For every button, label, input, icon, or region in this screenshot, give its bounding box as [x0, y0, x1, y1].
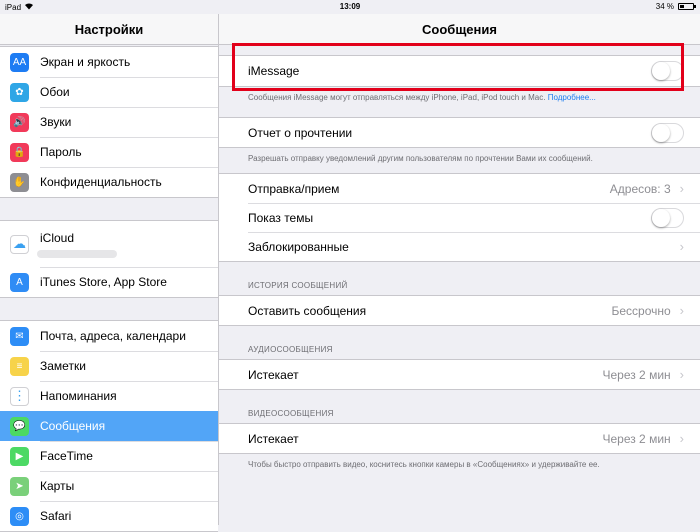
- blocked-row[interactable]: Заблокированные ›: [219, 232, 700, 261]
- settings-sidebar: Настройки AA Экран и яркость ✿ Обои 🔊 Звуки 🔒 П…: [0, 14, 219, 532]
- audio-expire-row[interactable]: Истекает Через 2 мин ›: [219, 360, 700, 389]
- sidebar-item[interactable]: 💬 Сообщения: [0, 411, 218, 441]
- chevron-right-icon: ›: [679, 181, 684, 196]
- passcode-icon: 🔒: [10, 142, 29, 162]
- video-header: ВИДЕОСООБЩЕНИЯ: [248, 409, 334, 418]
- sidebar-item-label: iTunes Store, App Store: [40, 275, 167, 289]
- sidebar-item[interactable]: ✋ Конфиденциальность: [0, 167, 218, 197]
- history-header: ИСТОРИЯ СООБЩЕНИЙ: [248, 281, 348, 290]
- read-receipts-toggle[interactable]: [651, 122, 684, 143]
- blocked-label: Заблокированные: [248, 239, 349, 254]
- sidebar-item-label: Звуки: [40, 115, 72, 129]
- sidebar-title: Настройки: [0, 14, 218, 45]
- audio-header: АУДИОСООБЩЕНИЯ: [248, 345, 333, 354]
- sidebar-item[interactable]: ⋮ Напоминания: [0, 381, 218, 411]
- read-receipts-note: Разрешать отправку уведомлений другим по…: [248, 154, 593, 163]
- chevron-right-icon: ›: [679, 367, 684, 382]
- battery-percent: 34 %: [655, 2, 674, 11]
- sidebar-item-label: Экран и яркость: [40, 55, 131, 69]
- video-expire-value: Через 2 мин: [602, 431, 671, 446]
- messages-icon: 💬: [10, 416, 29, 436]
- imessage-card: iMessage: [219, 55, 700, 87]
- audio-expire-label: Истекает: [248, 367, 299, 382]
- safari-icon: ◎: [10, 506, 29, 526]
- chevron-right-icon: ›: [679, 239, 684, 254]
- history-card: Оставить сообщения Бессрочно ›: [219, 295, 700, 326]
- show-subject-row[interactable]: Показ темы: [219, 203, 700, 232]
- sidebar-item-label: Конфиденциальность: [40, 175, 162, 189]
- mail-icon: ✉: [10, 326, 29, 346]
- sidebar-item-label: iCloud: [40, 230, 75, 245]
- facetime-icon: ▶: [10, 446, 29, 466]
- reminders-icon: ⋮: [10, 386, 29, 406]
- imessage-label: iMessage: [248, 64, 300, 78]
- video-card: Истекает Через 2 мин ›: [219, 423, 700, 454]
- send-receive-label: Отправка/прием: [248, 181, 340, 196]
- status-bar: iPad 13:09 34 %: [0, 0, 700, 14]
- sidebar-item[interactable]: AiTunes Store, App Store: [0, 267, 218, 297]
- sidebar-item[interactable]: ☁ iCloud: [0, 221, 218, 267]
- app-store-icon: A: [10, 272, 29, 292]
- sidebar-item[interactable]: 🔒 Пароль: [0, 137, 218, 167]
- sidebar-item[interactable]: 🔊 Звуки: [0, 107, 218, 137]
- chevron-right-icon: ›: [679, 303, 684, 318]
- sidebar-item-label: Обои: [40, 85, 70, 99]
- sidebar-group: ✉ Почта, адреса, календари ≡ Заметки ⋮ Напоми…: [0, 320, 218, 532]
- sidebar-item[interactable]: AA Экран и яркость: [0, 47, 218, 77]
- status-time: 13:09: [339, 2, 361, 11]
- sounds-icon: 🔊: [10, 112, 29, 132]
- sidebar-group: ☁ iCloud AiTunes Store, App Store: [0, 220, 218, 298]
- sidebar-item-label: Сообщения: [40, 419, 106, 433]
- sidebar-item-label: FaceTime: [40, 449, 93, 463]
- read-receipts-card: Отчет о прочтении: [219, 117, 700, 148]
- battery-icon: [678, 3, 696, 10]
- sidebar-item-label: Safari: [40, 509, 72, 523]
- read-receipts-row[interactable]: Отчет о прочтении: [219, 118, 700, 147]
- sidebar-item[interactable]: ➤ Карты: [0, 471, 218, 501]
- send-receive-value: Адресов: 3: [609, 181, 671, 196]
- sidebar-item-label: Карты: [40, 479, 75, 493]
- page-title: Сообщения: [219, 14, 700, 45]
- keep-messages-row[interactable]: Оставить сообщения Бессрочно ›: [219, 296, 700, 325]
- read-receipts-label: Отчет о прочтении: [248, 125, 353, 140]
- keep-messages-label: Оставить сообщения: [248, 303, 367, 318]
- sidebar-item[interactable]: ≡ Заметки: [0, 351, 218, 381]
- chevron-right-icon: ›: [679, 431, 684, 446]
- video-note: Чтобы быстро отправить видео, коснитесь …: [248, 460, 600, 469]
- send-receive-row[interactable]: Отправка/прием Адресов: 3 ›: [219, 174, 700, 203]
- imessage-row[interactable]: iMessage: [219, 56, 700, 86]
- sidebar-item[interactable]: ✿ Обои: [0, 77, 218, 107]
- imessage-toggle[interactable]: [651, 61, 684, 81]
- icloud-icon: ☁: [10, 234, 29, 254]
- notes-icon: ≡: [10, 356, 29, 376]
- privacy-icon: ✋: [10, 172, 29, 192]
- show-subject-toggle[interactable]: [651, 207, 684, 228]
- messages-panel: Сообщения iMessage Сообщения iMessage мо…: [219, 14, 700, 525]
- send-options-card: Отправка/прием Адресов: 3 › Показ темы За…: [219, 173, 700, 262]
- more-info-link[interactable]: Подробнее...: [548, 93, 596, 102]
- sidebar-item[interactable]: ▶ FaceTime: [0, 441, 218, 471]
- sidebar-item[interactable]: ✉ Почта, адреса, календари: [0, 321, 218, 351]
- video-expire-row[interactable]: Истекает Через 2 мин ›: [219, 424, 700, 453]
- wallpaper-icon: ✿: [10, 82, 29, 102]
- sidebar-item-label: Почта, адреса, календари: [40, 329, 186, 343]
- sidebar-item-label: Пароль: [40, 145, 82, 159]
- audio-card: Истекает Через 2 мин ›: [219, 359, 700, 390]
- keep-messages-value: Бессрочно: [611, 303, 671, 318]
- video-expire-label: Истекает: [248, 431, 299, 446]
- sidebar-item-label: Напоминания: [40, 389, 117, 403]
- maps-icon: ➤: [10, 476, 29, 496]
- audio-expire-value: Через 2 мин: [602, 367, 671, 382]
- account-email-redacted: [37, 249, 117, 258]
- sidebar-group: AA Экран и яркость ✿ Обои 🔊 Звуки 🔒 Пароль ✋ Конф…: [0, 46, 218, 198]
- show-subject-label: Показ темы: [248, 210, 314, 225]
- sidebar-item[interactable]: ◎ Safari: [0, 501, 218, 531]
- display-brightness-icon: AA: [10, 52, 29, 72]
- imessage-note: Сообщения iMessage могут отправляться ме…: [248, 93, 596, 102]
- sidebar-item-label: Заметки: [40, 359, 86, 373]
